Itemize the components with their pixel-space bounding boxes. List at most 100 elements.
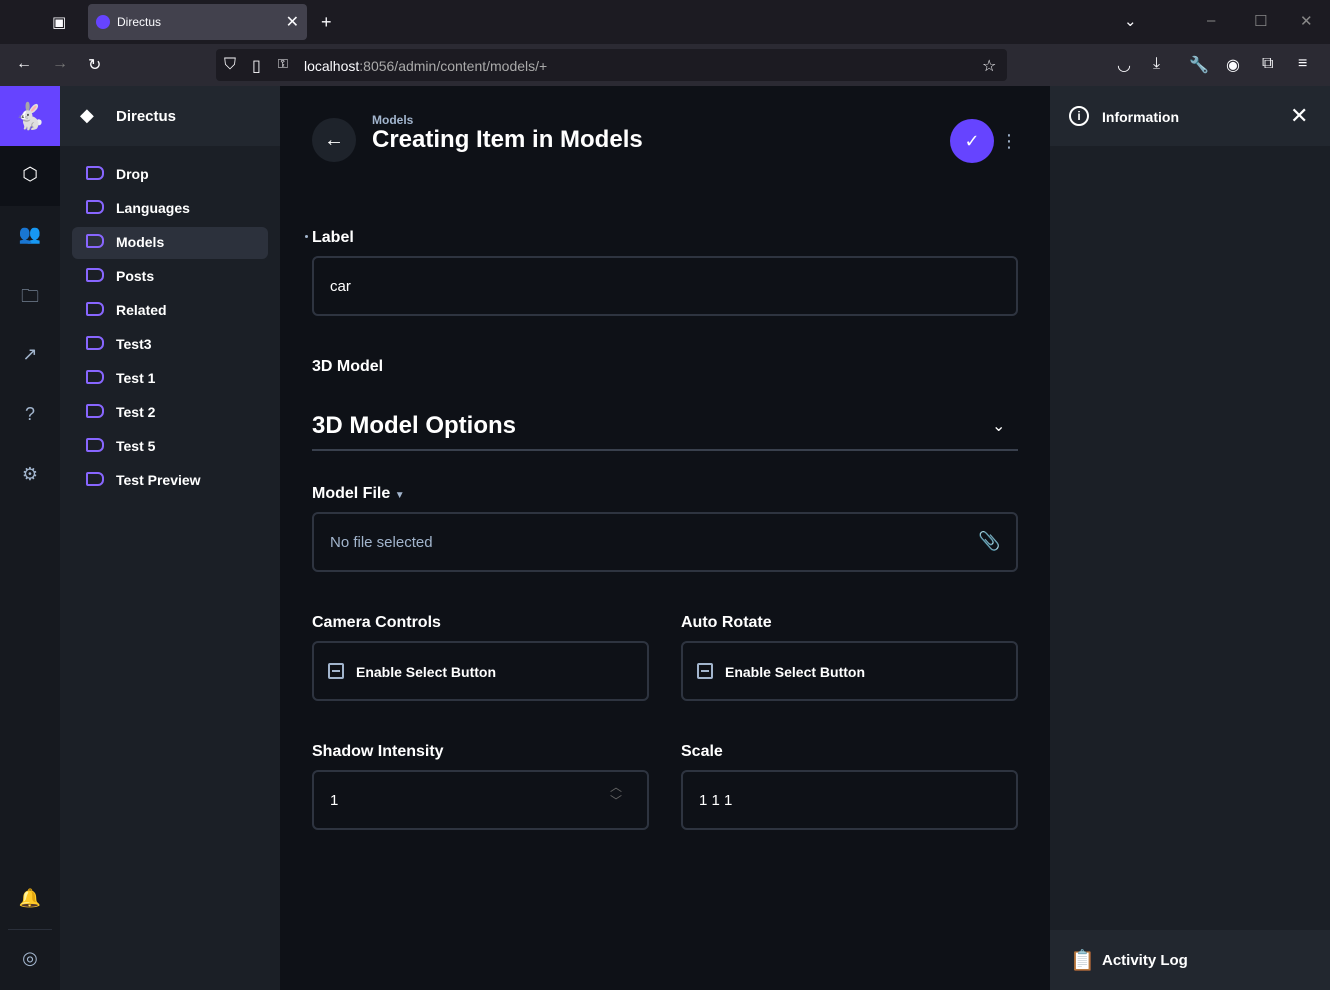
information-title: Information bbox=[1102, 109, 1179, 125]
information-header[interactable]: i Information ✕ bbox=[1050, 86, 1330, 146]
label-input[interactable]: car bbox=[312, 256, 1018, 316]
downloads-icon[interactable]: ⤓ bbox=[1153, 55, 1160, 73]
camera-controls-checkbox-label: Enable Select Button bbox=[356, 664, 497, 680]
sidebar-item-languages[interactable]: Languages bbox=[72, 193, 268, 225]
auto-rotate-toggle[interactable]: Enable Select Button bbox=[681, 641, 1018, 701]
sidebar-item-test-2[interactable]: Test 2 bbox=[72, 397, 268, 429]
checkbox-indeterminate-icon bbox=[328, 663, 344, 679]
sidebar-item-drop[interactable]: Drop bbox=[72, 159, 268, 191]
help-icon[interactable]: ? bbox=[0, 404, 60, 425]
permissions-icon[interactable]: ⚿ bbox=[278, 56, 288, 72]
scale-label: Scale bbox=[681, 743, 723, 760]
back-button[interactable]: ← bbox=[312, 118, 356, 162]
sidebar-item-label: Drop bbox=[116, 166, 149, 182]
settings-gear-icon[interactable]: ⚙ bbox=[0, 464, 60, 485]
user-account-icon[interactable]: ◎ bbox=[0, 948, 60, 969]
auto-rotate-checkbox-label: Enable Select Button bbox=[725, 664, 866, 680]
check-icon: ✓ bbox=[964, 130, 980, 151]
project-diamond-icon: ◆ bbox=[80, 105, 94, 125]
label-input-value: car bbox=[330, 278, 351, 295]
shadow-intensity-input[interactable]: 1 ︿ ﹀ bbox=[312, 770, 649, 830]
extensions-icon[interactable]: ⧉ bbox=[1262, 55, 1273, 73]
model-file-label[interactable]: Model File ▼ bbox=[312, 485, 405, 503]
scale-input[interactable]: 1 1 1 bbox=[681, 770, 1018, 830]
back-arrow-icon[interactable]: ← bbox=[16, 55, 32, 73]
project-header[interactable]: ◆ Directus bbox=[60, 86, 280, 146]
model-3d-label: 3D Model bbox=[312, 358, 384, 375]
module-bar: 🐇 ⬡ 👥 🗀 ↗ ? ⚙ 🔔 ◎ bbox=[0, 86, 60, 990]
files-module-folder-icon[interactable]: 🗀 bbox=[0, 284, 60, 314]
sidebar-item-label: Test 1 bbox=[116, 370, 156, 386]
save-button[interactable]: ✓ bbox=[950, 119, 994, 163]
browser-chrome: ▣ Directus ✕ + ⌄ – ☐ ✕ ← → ↻ ⛉ ▯ ⚿ local… bbox=[0, 0, 1330, 86]
menu-icon[interactable]: ≡ bbox=[1298, 55, 1307, 73]
content-module-cube-icon[interactable]: ⬡ bbox=[0, 164, 60, 185]
wrench-icon[interactable]: 🔧 bbox=[1189, 55, 1209, 75]
options-divider-line bbox=[312, 449, 1018, 451]
directus-app: 🐇 ⬡ 👥 🗀 ↗ ? ⚙ 🔔 ◎ ◆ Directus Drop Langua… bbox=[0, 86, 1330, 990]
sidebar-item-label: Test 5 bbox=[116, 438, 156, 454]
camera-controls-toggle[interactable]: Enable Select Button bbox=[312, 641, 649, 701]
model-file-placeholder: No file selected bbox=[330, 534, 433, 551]
breadcrumb[interactable]: Models bbox=[372, 113, 413, 127]
close-tab-icon[interactable]: ✕ bbox=[286, 12, 299, 32]
sidebar-item-related[interactable]: Related bbox=[72, 295, 268, 327]
collection-label-icon bbox=[86, 336, 104, 350]
bookmark-star-icon[interactable]: ☆ bbox=[982, 56, 996, 76]
sidebar-item-label: Test3 bbox=[116, 336, 152, 352]
activity-log-button[interactable]: 📋 Activity Log bbox=[1050, 930, 1330, 990]
tab-overview-icon[interactable]: ▣ bbox=[52, 13, 66, 31]
arrow-left-icon: ← bbox=[324, 128, 344, 151]
chevron-down-icon[interactable]: ⌄ bbox=[992, 416, 1005, 436]
reload-icon[interactable]: ↻ bbox=[88, 55, 101, 75]
users-module-icon[interactable]: 👥 bbox=[0, 224, 60, 245]
close-window-icon[interactable]: ✕ bbox=[1300, 12, 1313, 30]
navigation-sidebar: ◆ Directus Drop Languages Models Posts R… bbox=[60, 86, 280, 990]
pocket-icon[interactable]: ◡ bbox=[1117, 55, 1131, 75]
shadow-intensity-label: Shadow Intensity bbox=[312, 743, 444, 760]
tab-strip: ▣ Directus ✕ + ⌄ – ☐ ✕ bbox=[0, 0, 1330, 44]
sidebar-item-label: Models bbox=[116, 234, 165, 250]
shield-icon[interactable]: ⛉ bbox=[224, 56, 236, 74]
forward-arrow-icon[interactable]: → bbox=[52, 55, 68, 73]
sidebar-item-posts[interactable]: Posts bbox=[72, 261, 268, 293]
sidebar-item-label: Posts bbox=[116, 268, 155, 284]
maximize-icon[interactable]: ☐ bbox=[1254, 12, 1267, 30]
collection-label-icon bbox=[86, 438, 104, 452]
label-field-label: Label bbox=[312, 229, 354, 246]
close-icon[interactable]: ✕ bbox=[1290, 103, 1308, 129]
sidebar-item-label: Languages bbox=[116, 200, 190, 216]
checkbox-indeterminate-icon bbox=[697, 663, 713, 679]
browser-tab[interactable]: Directus ✕ bbox=[88, 4, 307, 40]
more-options-icon[interactable]: ⋮ bbox=[1000, 128, 1018, 154]
info-circle-icon: i bbox=[1069, 106, 1089, 126]
stepper-arrows-icon[interactable]: ︿ ﹀ bbox=[610, 780, 622, 808]
tab-list-chevron-icon[interactable]: ⌄ bbox=[1124, 12, 1137, 30]
collection-label-icon bbox=[86, 234, 104, 248]
page-title: Creating Item in Models bbox=[372, 126, 643, 153]
rail-divider bbox=[8, 929, 52, 930]
account-avatar-icon[interactable]: ◉ bbox=[1226, 55, 1240, 75]
sidebar-item-models[interactable]: Models bbox=[72, 227, 268, 259]
directus-logo-icon[interactable]: 🐇 bbox=[0, 86, 60, 146]
collection-label-icon bbox=[86, 404, 104, 418]
insights-module-icon[interactable]: ↗ bbox=[0, 344, 60, 365]
url-bar[interactable]: ⛉ ▯ ⚿ localhost:8056/admin/content/model… bbox=[216, 49, 1007, 81]
new-tab-icon[interactable]: + bbox=[321, 12, 332, 33]
sidebar-item-test-1[interactable]: Test 1 bbox=[72, 363, 268, 395]
collection-label-icon bbox=[86, 302, 104, 316]
model-file-input[interactable]: No file selected 📎 bbox=[312, 512, 1018, 572]
paperclip-icon[interactable]: 📎 bbox=[978, 531, 1000, 552]
item-editor: ← Models Creating Item in Models ✓ ⋮ Lab… bbox=[280, 86, 1050, 990]
collection-label-icon bbox=[86, 472, 104, 486]
sidebar-item-test-5[interactable]: Test 5 bbox=[72, 431, 268, 463]
sidebar-item-test3[interactable]: Test3 bbox=[72, 329, 268, 361]
camera-controls-label: Camera Controls bbox=[312, 614, 441, 631]
sidebar-item-test-preview[interactable]: Test Preview bbox=[72, 465, 268, 497]
notifications-bell-icon[interactable]: 🔔 bbox=[0, 888, 60, 909]
url-text[interactable]: localhost:8056/admin/content/models/+ bbox=[304, 58, 547, 74]
minimize-icon[interactable]: – bbox=[1207, 12, 1215, 29]
page-icon[interactable]: ▯ bbox=[252, 56, 261, 76]
options-divider-title[interactable]: 3D Model Options bbox=[312, 412, 516, 440]
directus-favicon-icon bbox=[96, 15, 110, 29]
